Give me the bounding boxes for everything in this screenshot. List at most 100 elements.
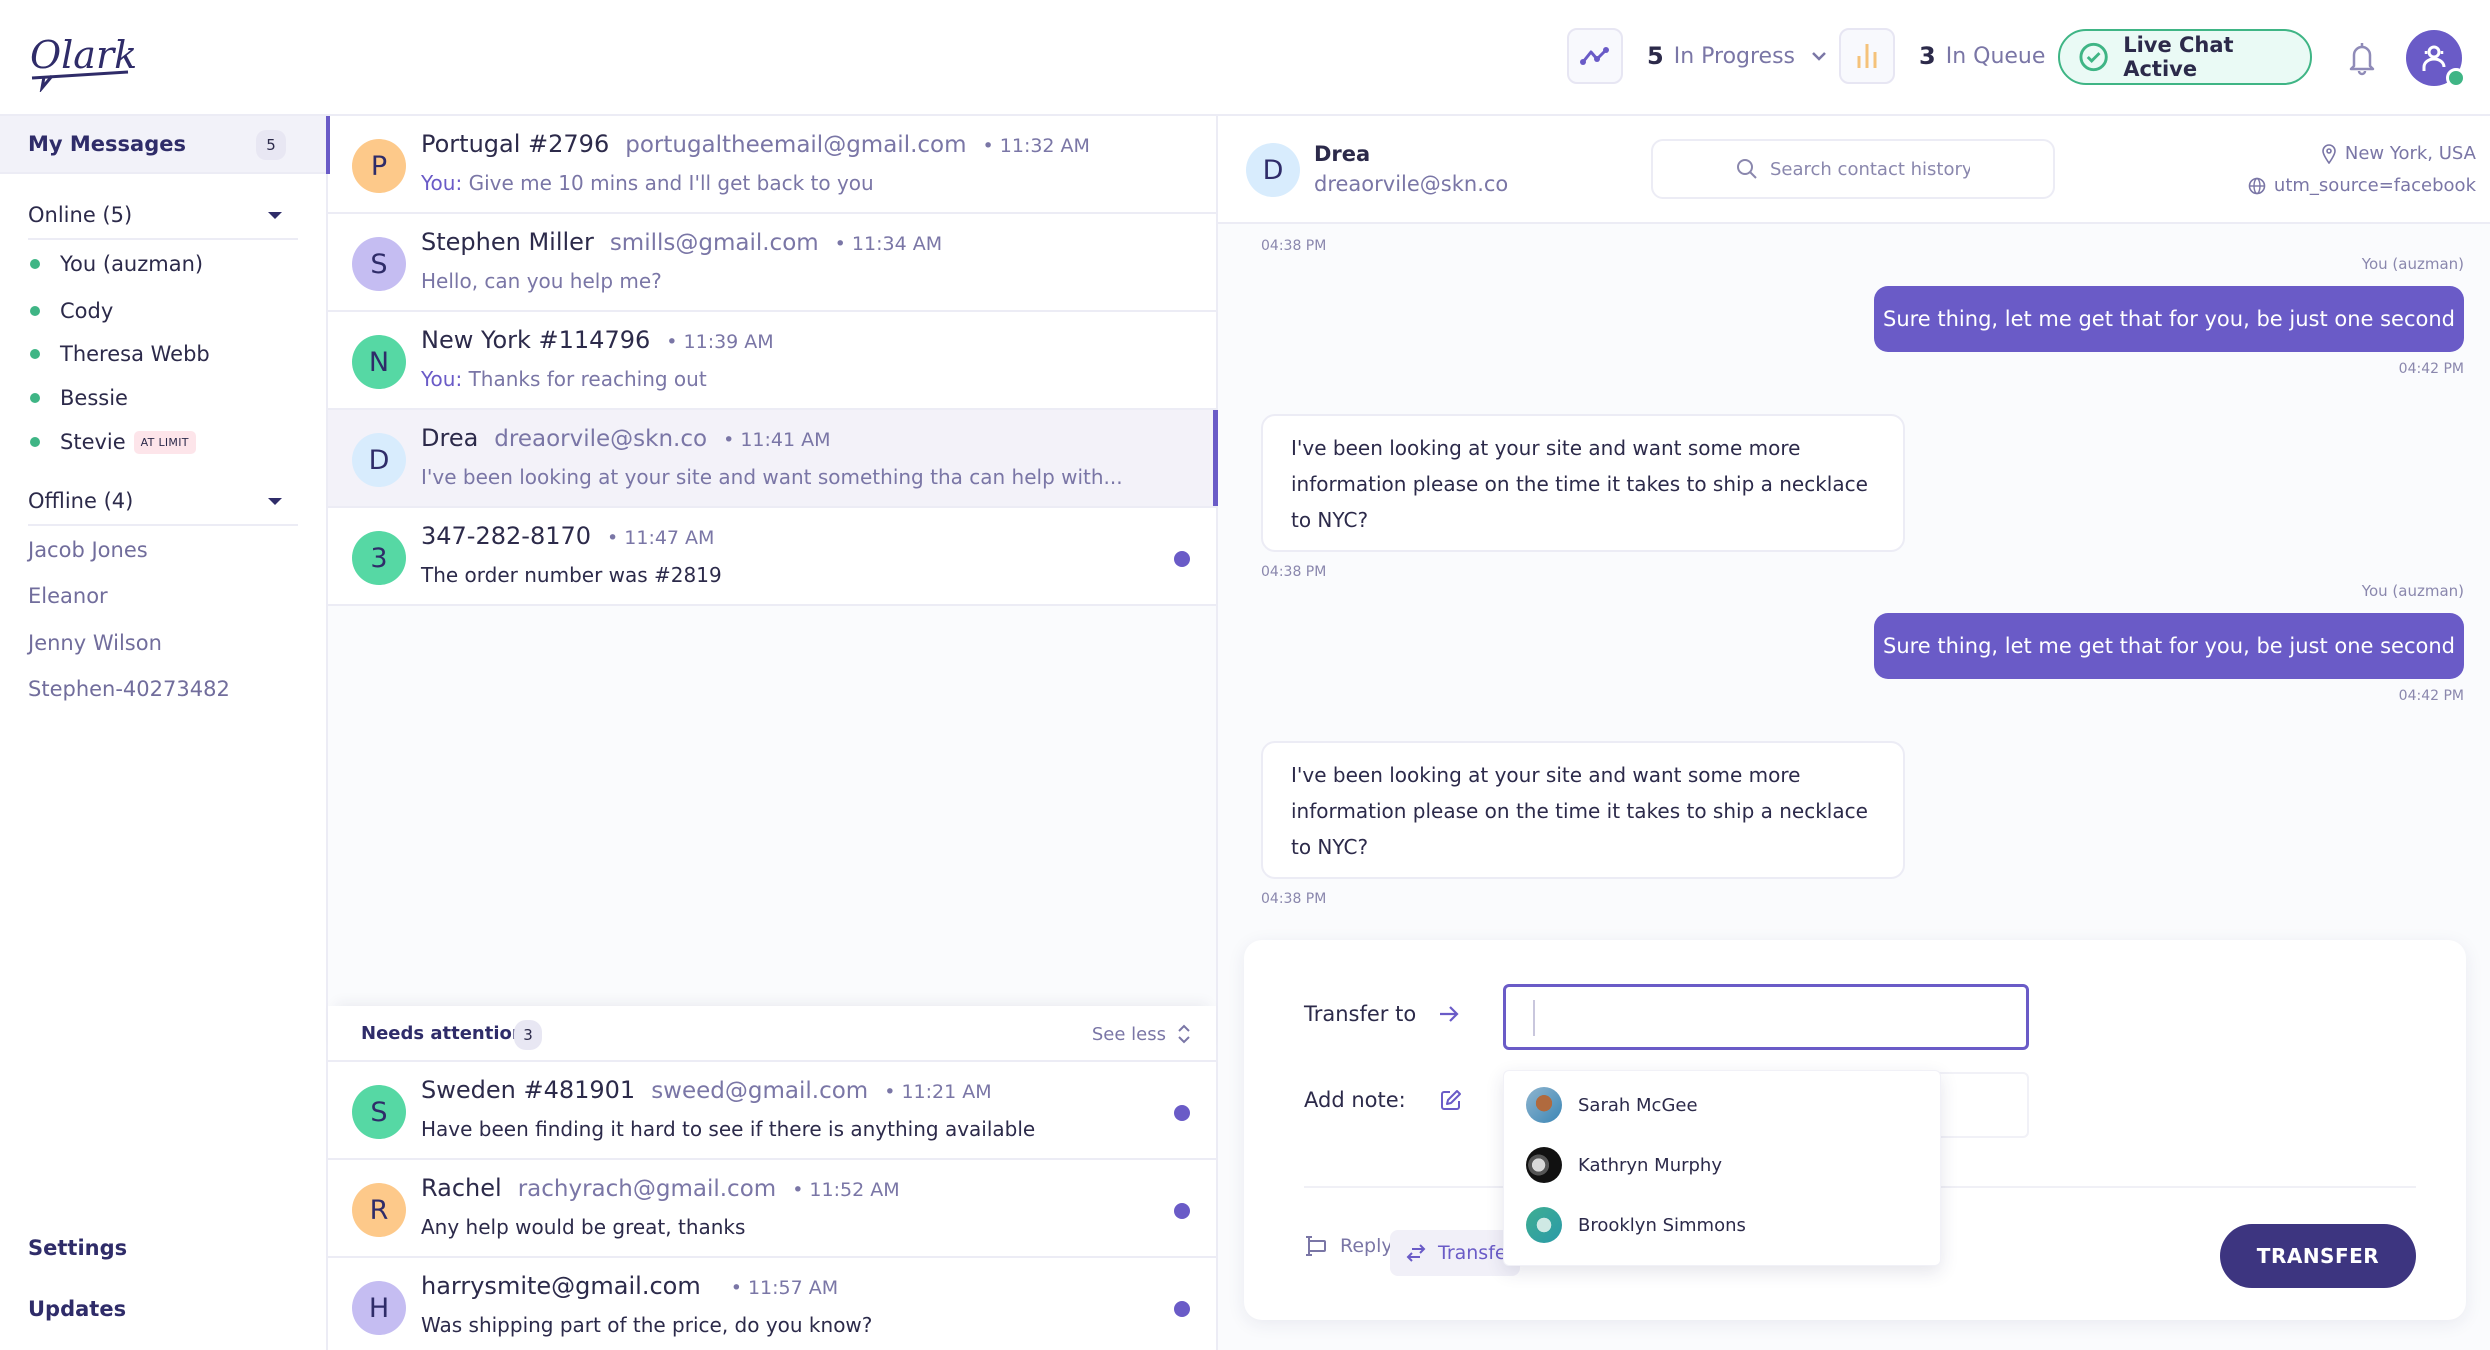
location-pin-icon [2322, 143, 2336, 164]
tab-transfer[interactable]: Transfer [1390, 1230, 1520, 1276]
message-preview: Have been finding it hard to see if ther… [421, 1117, 1036, 1141]
user-avatar[interactable] [2406, 30, 2466, 88]
online-group-label: Online (5) [28, 203, 133, 227]
online-agent[interactable]: You (auzman) [30, 252, 203, 276]
updates-link[interactable]: Updates [28, 1297, 126, 1321]
in-queue-label: In Queue [1945, 43, 2046, 69]
bar-chart-icon [1839, 28, 1895, 84]
agent-option[interactable]: Brooklyn Simmons [1526, 1207, 1746, 1243]
agent-option[interactable]: Sarah McGee [1526, 1087, 1698, 1123]
message-preview: Any help would be great, thanks [421, 1215, 746, 1239]
user-icon [2422, 45, 2446, 71]
contact-name: New York #114796 [421, 326, 651, 354]
online-group-toggle[interactable]: Online (5) [28, 192, 298, 240]
outgoing-message: Sure thing, let me get that for you, be … [1874, 613, 2464, 679]
agent-option-name: Sarah McGee [1578, 1094, 1698, 1116]
online-agent[interactable]: Cody [30, 299, 113, 323]
transfer-to-input[interactable] [1503, 984, 2029, 1050]
attention-item[interactable]: H harrysmite@gmail.com • 11:57 AM Was shi… [328, 1258, 1216, 1350]
tab-reply[interactable]: Reply [1304, 1235, 1393, 1257]
conversation-item[interactable]: 3 347-282-8170 • 11:47 AM The order numbe… [328, 508, 1216, 606]
unread-indicator [1174, 1105, 1190, 1121]
online-agent[interactable]: Stevie AT LIMIT [30, 430, 196, 454]
message-timestamp: 04:38 PM [1261, 238, 1327, 254]
in-queue-stat[interactable]: 3 In Queue [1839, 28, 2045, 84]
reply-icon [1306, 1236, 1326, 1256]
message-timestamp: 04:42 PM [2398, 688, 2464, 704]
sidebar-item-my-messages[interactable]: My Messages 5 [0, 116, 326, 174]
conversation-item[interactable]: N New York #114796 • 11:39 AM You: Thanks… [328, 312, 1216, 410]
chevron-down-icon[interactable] [1811, 51, 1827, 61]
message-timestamp: 04:38 PM [1261, 564, 1327, 580]
offline-agent[interactable]: Eleanor [28, 584, 108, 608]
online-agent[interactable]: Bessie [30, 386, 128, 410]
add-note-label: Add note: [1304, 1088, 1462, 1112]
live-chat-status-toggle[interactable]: Live Chat Active [2058, 29, 2312, 85]
message-preview: I've been looking at your site and want … [421, 465, 1123, 489]
conversation-item[interactable]: P Portugal #2796 portugaltheemail@gmail.c… [326, 116, 1216, 214]
offline-group-toggle[interactable]: Offline (4) [28, 478, 298, 526]
offline-agent[interactable]: Jenny Wilson [28, 631, 162, 655]
contact-name: Rachel [421, 1174, 502, 1202]
message-timestamp: 04:38 PM [1261, 891, 1327, 907]
bell-icon[interactable] [2346, 40, 2378, 76]
attention-item[interactable]: S Sweden #481901 sweed@gmail.com • 11:21 A… [328, 1062, 1216, 1160]
message-preview: You: Thanks for reaching out [421, 367, 707, 391]
message-time: • 11:39 AM [666, 331, 774, 353]
arrow-right-icon [1440, 1006, 1459, 1022]
message-time: • 11:52 AM [792, 1179, 900, 1201]
agent-option[interactable]: Kathryn Murphy [1526, 1147, 1722, 1183]
globe-icon [2248, 177, 2266, 194]
online-agent[interactable]: Theresa Webb [30, 342, 210, 366]
check-circle-icon [2079, 42, 2108, 72]
online-status-dot [2446, 68, 2466, 88]
in-progress-label: In Progress [1673, 43, 1796, 69]
needs-attention-count: 3 [514, 1020, 542, 1050]
attention-item[interactable]: R Rachel rachyrach@gmail.com • 11:52 AM An… [328, 1160, 1216, 1258]
agent-name: Bessie [60, 386, 128, 410]
message-preview: Was shipping part of the price, do you k… [421, 1313, 873, 1337]
contact-avatar: 3 [352, 531, 406, 585]
offline-agent[interactable]: Stephen-40273482 [28, 677, 230, 701]
olark-logo[interactable]: Olark [28, 28, 138, 92]
transfer-arrows-icon [1406, 1244, 1426, 1262]
message-time: • 11:34 AM [834, 233, 943, 255]
transfer-button[interactable]: TRANSFER [2220, 1224, 2416, 1288]
conversation-list: P Portugal #2796 portugaltheemail@gmail.c… [326, 116, 1218, 1350]
contact-email: rachyrach@gmail.com [517, 1176, 777, 1202]
unread-indicator [1174, 1203, 1190, 1219]
chat-panel: D Drea dreaorvile@skn.co New York, USA u… [1218, 116, 2490, 1350]
contact-name: 347-282-8170 [421, 522, 592, 550]
in-progress-stat[interactable]: 5 In Progress [1567, 28, 1827, 84]
in-queue-count: 3 [1919, 42, 1936, 70]
message-time: • 11:21 AM [884, 1081, 992, 1103]
contact-name: Stephen Miller [421, 228, 594, 256]
message-preview: Hello, can you help me? [421, 269, 662, 293]
offline-agent[interactable]: Jacob Jones [28, 538, 148, 562]
contact-email: portugaltheemail@gmail.com [625, 132, 967, 158]
transfer-to-label: Transfer to [1304, 1002, 1460, 1026]
agent-photo [1526, 1087, 1562, 1123]
settings-link[interactable]: Settings [28, 1236, 127, 1260]
message-time: • 11:47 AM [607, 527, 715, 549]
caret-down-icon [268, 497, 282, 505]
conversation-item[interactable]: S Stephen Miller smills@gmail.com • 11:34 … [328, 214, 1216, 312]
message-time: • 11:41 AM [723, 429, 831, 451]
agent-name: Theresa Webb [60, 342, 210, 366]
see-less-toggle[interactable]: See less [1092, 1022, 1192, 1046]
search-input[interactable] [1770, 158, 1970, 180]
my-messages-label: My Messages [28, 132, 186, 156]
incoming-message: I've been looking at your site and want … [1261, 741, 1905, 879]
search-contact-history[interactable] [1651, 139, 2055, 199]
tab-reply-label: Reply [1340, 1235, 1393, 1257]
online-dot [30, 306, 40, 316]
contact-avatar: R [352, 1183, 406, 1237]
chat-header: D Drea dreaorvile@skn.co New York, USA u… [1218, 116, 2490, 224]
contact-avatar: N [352, 335, 406, 389]
contact-location: New York, USA [2321, 143, 2476, 164]
online-dot [30, 349, 40, 359]
conversation-item-active[interactable]: D Drea dreaorvile@skn.co • 11:41 AM I've b… [328, 410, 1218, 508]
expand-collapse-icon [1178, 1024, 1190, 1044]
contact-avatar: D [1246, 143, 1300, 197]
trend-icon [1567, 28, 1623, 84]
